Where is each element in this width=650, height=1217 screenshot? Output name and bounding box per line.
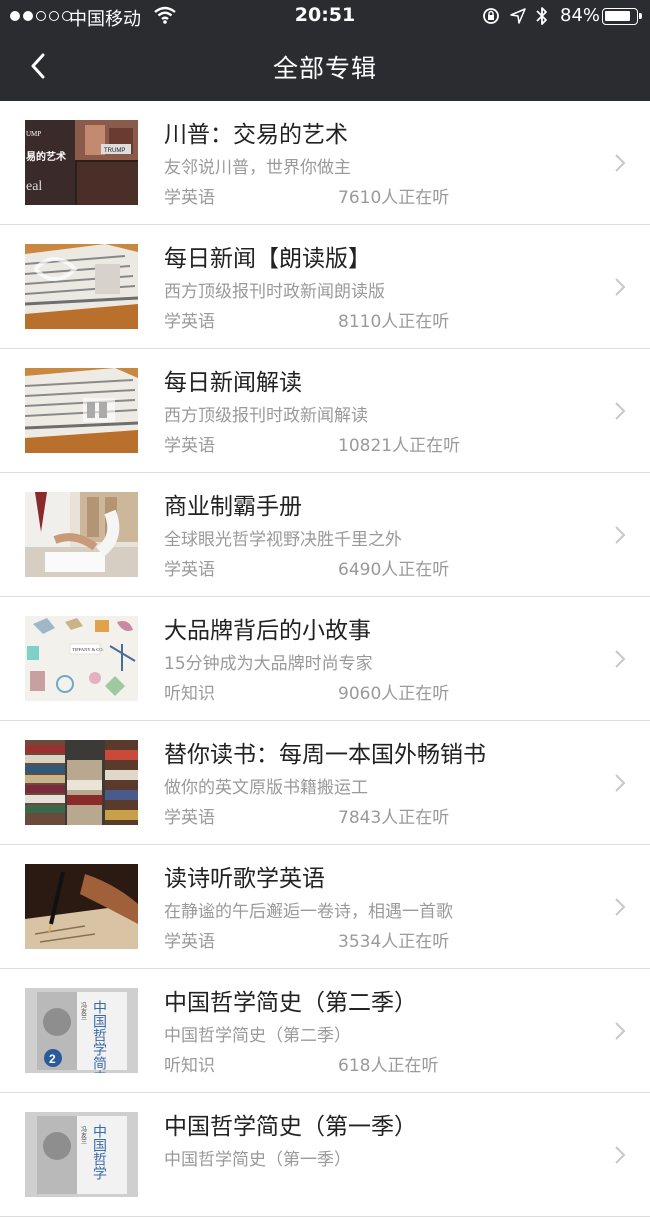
svg-text:易的艺术: 易的艺术 [26, 150, 66, 163]
battery-percentage: 84% [560, 5, 601, 26]
listener-count: 7843人正在听 [338, 808, 450, 828]
svg-text:中国哲学: 中国哲学 [91, 1124, 107, 1180]
album-category: 听知识 [164, 1056, 215, 1076]
album-title: 川普：交易的艺术 [164, 122, 348, 148]
album-category: 学英语 [164, 808, 215, 828]
album-item[interactable]: 替你读书：每周一本国外畅销书 做你的英文原版书籍搬运工 学英语 7843人正在听 [0, 721, 650, 845]
chevron-right-icon [615, 526, 626, 544]
listener-count: 8110人正在听 [338, 312, 450, 332]
album-item[interactable]: 读诗听歌学英语 在静谧的午后邂逅一卷诗，相遇一首歌 学英语 3534人正在听 [0, 845, 650, 969]
album-category: 学英语 [164, 312, 215, 332]
battery-fill [605, 11, 630, 21]
chevron-right-icon [615, 1146, 626, 1164]
album-subtitle: 西方顶级报刊时政新闻解读 [164, 406, 368, 426]
svg-text:冯友兰: 冯友兰 [80, 1001, 87, 1020]
album-cover-image: TRUMP UMP 易的艺术 eal [25, 120, 138, 205]
battery-icon [602, 8, 642, 25]
status-time: 20:51 [294, 4, 356, 26]
svg-text:TIFFANY & CO.: TIFFANY & CO. [72, 647, 104, 652]
album-subtitle: 15分钟成为大品牌时尚专家 [164, 654, 373, 674]
album-title: 中国哲学简史（第二季） [164, 990, 417, 1016]
listener-count: 10821人正在听 [338, 436, 461, 456]
album-item[interactable]: 每日新闻解读 西方顶级报刊时政新闻解读 学英语 10821人正在听 [0, 349, 650, 473]
album-item[interactable]: TRUMP UMP 易的艺术 eal 川普：交易的艺术 友邻说川普，世界你做主 … [0, 101, 650, 225]
chevron-right-icon [615, 402, 626, 420]
album-category: 学英语 [164, 436, 215, 456]
album-subtitle: 做你的英文原版书籍搬运工 [164, 778, 368, 798]
album-subtitle: 友邻说川普，世界你做主 [164, 158, 351, 178]
album-item[interactable]: 商业制霸手册 全球眼光哲学视野决胜千里之外 学英语 6490人正在听 [0, 473, 650, 597]
listener-count: 3534人正在听 [338, 932, 450, 952]
album-category: 学英语 [164, 932, 215, 952]
album-title: 大品牌背后的小故事 [164, 618, 371, 644]
album-category: 学英语 [164, 188, 215, 208]
album-title: 每日新闻【朗读版】 [164, 246, 371, 272]
album-list: TRUMP UMP 易的艺术 eal 川普：交易的艺术 友邻说川普，世界你做主 … [0, 101, 650, 1217]
album-cover-image [25, 368, 138, 453]
svg-text:UMP: UMP [26, 130, 41, 138]
bluetooth-icon [536, 7, 547, 25]
page-title: 全部专辑 [272, 54, 377, 83]
listener-count: 9060人正在听 [338, 684, 450, 704]
svg-text:eal: eal [26, 179, 42, 194]
album-title: 每日新闻解读 [164, 370, 302, 396]
album-cover-image: 冯友兰 中国哲学 [25, 1112, 138, 1197]
album-subtitle: 中国哲学简史（第一季） [164, 1150, 351, 1170]
chevron-right-icon [615, 650, 626, 668]
chevron-left-icon [31, 53, 45, 79]
album-title: 中国哲学简史（第一季） [164, 1114, 417, 1140]
album-item[interactable]: TIFFANY & CO. 大品牌背后的小故事 15分钟成为大品牌时尚专家 听知… [0, 597, 650, 721]
chevron-right-icon [615, 898, 626, 916]
album-subtitle: 中国哲学简史（第二季） [164, 1026, 351, 1046]
listener-count: 618人正在听 [338, 1056, 439, 1076]
album-item[interactable]: 冯友兰 中国哲学简史 2 中国哲学简史（第二季） 中国哲学简史（第二季） 听知识… [0, 969, 650, 1093]
album-title: 商业制霸手册 [164, 494, 302, 520]
album-cover-image [25, 244, 138, 329]
album-cover-image: TIFFANY & CO. [25, 616, 138, 701]
album-title: 替你读书：每周一本国外畅销书 [164, 742, 486, 768]
status-bar: 中国移动 20:51 84% [0, 0, 650, 32]
chevron-right-icon [615, 1022, 626, 1040]
rotation-lock-icon [483, 8, 499, 24]
album-category: 听知识 [164, 684, 215, 704]
navigation-bar: 全部专辑 [0, 32, 650, 101]
album-cover-image [25, 740, 138, 825]
album-cover-image [25, 864, 138, 949]
album-item[interactable]: 每日新闻【朗读版】 西方顶级报刊时政新闻朗读版 学英语 8110人正在听 [0, 225, 650, 349]
album-cover-image: 冯友兰 中国哲学简史 2 [25, 988, 138, 1073]
top-bar: 中国移动 20:51 84% 全部专辑 [0, 0, 650, 101]
chevron-right-icon [615, 154, 626, 172]
svg-text:TRUMP: TRUMP [104, 148, 125, 154]
album-title: 读诗听歌学英语 [164, 866, 325, 892]
album-subtitle: 在静谧的午后邂逅一卷诗，相遇一首歌 [164, 902, 453, 922]
album-item[interactable]: 冯友兰 中国哲学 中国哲学简史（第一季） 中国哲学简史（第一季） [0, 1093, 650, 1217]
back-button[interactable] [18, 46, 58, 86]
listener-count: 6490人正在听 [338, 560, 450, 580]
album-category: 学英语 [164, 560, 215, 580]
svg-text:2: 2 [49, 1052, 56, 1066]
location-arrow-icon [510, 8, 526, 24]
album-subtitle: 全球眼光哲学视野决胜千里之外 [164, 530, 402, 550]
svg-text:冯友兰: 冯友兰 [80, 1125, 87, 1144]
chevron-right-icon [615, 774, 626, 792]
album-subtitle: 西方顶级报刊时政新闻朗读版 [164, 282, 385, 302]
chevron-right-icon [615, 278, 626, 296]
listener-count: 7610人正在听 [338, 188, 450, 208]
svg-text:中国哲学简史: 中国哲学简史 [91, 1000, 107, 1073]
album-cover-image [25, 492, 138, 577]
